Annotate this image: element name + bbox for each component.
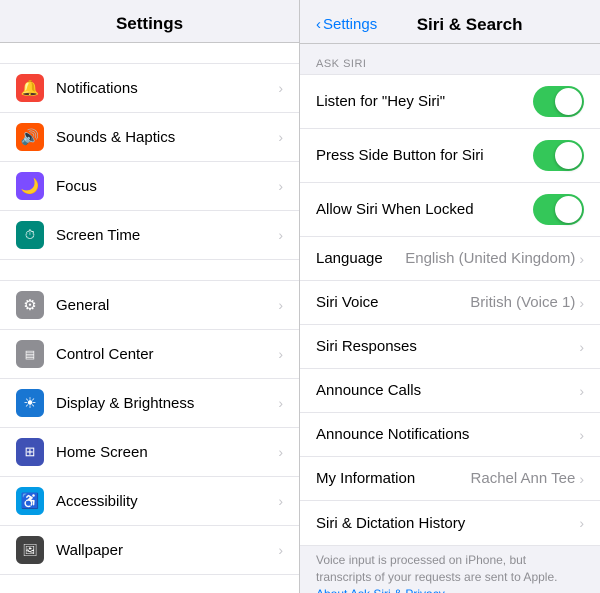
my-information-label: My Information <box>316 470 471 487</box>
listen-hey-siri-item[interactable]: Listen for "Hey Siri" <box>300 75 600 129</box>
announce-calls-item[interactable]: Announce Calls › <box>300 369 600 413</box>
siri-responses-item[interactable]: Siri Responses › <box>300 325 600 369</box>
toggle-thumb <box>555 88 582 115</box>
sidebar-item-display[interactable]: ☀ Display & Brightness › <box>0 379 299 428</box>
back-button[interactable]: ‹ Settings <box>316 16 377 33</box>
about-siri-link[interactable]: About Ask Siri & Privacy... <box>316 587 454 593</box>
toggle-thumb-2 <box>555 142 582 169</box>
back-chevron-icon: ‹ <box>316 16 321 33</box>
press-side-item[interactable]: Press Side Button for Siri <box>300 129 600 183</box>
sounds-icon: 🔊 <box>16 123 44 151</box>
siri-dictation-chevron: › <box>579 515 584 531</box>
settings-title: Settings <box>0 0 299 43</box>
screen-time-icon: ⏱ <box>16 221 44 249</box>
control-center-label: Control Center <box>56 346 278 363</box>
siri-voice-value: British (Voice 1) <box>470 294 575 311</box>
display-icon: ☀ <box>16 389 44 417</box>
ask-siri-label: ASK SIRI <box>300 44 600 74</box>
section-2-list: ⚙ General › ▤ Control Center › ☀ Display… <box>0 280 299 575</box>
sidebar-item-accessibility[interactable]: ♿ Accessibility › <box>0 477 299 526</box>
siri-voice-label: Siri Voice <box>316 294 470 311</box>
sidebar-item-control-center[interactable]: ▤ Control Center › <box>0 330 299 379</box>
settings-section-1: 🔔 Notifications › 🔊 Sounds & Haptics › 🌙… <box>0 63 299 260</box>
left-panel: Settings 🔔 Notifications › 🔊 Sounds & Ha… <box>0 0 300 593</box>
screen-time-label: Screen Time <box>56 227 278 244</box>
language-chevron: › <box>579 251 584 267</box>
screen-time-chevron: › <box>278 227 283 243</box>
accessibility-label: Accessibility <box>56 493 278 510</box>
siri-responses-label: Siri Responses <box>316 338 579 355</box>
my-information-chevron: › <box>579 471 584 487</box>
sidebar-item-notifications[interactable]: 🔔 Notifications › <box>0 64 299 113</box>
siri-dictation-label: Siri & Dictation History <box>316 515 579 532</box>
right-header: ‹ Settings Siri & Search <box>300 0 600 44</box>
allow-locked-toggle[interactable] <box>533 194 584 225</box>
display-label: Display & Brightness <box>56 395 278 412</box>
general-label: General <box>56 297 278 314</box>
section-1-list: 🔔 Notifications › 🔊 Sounds & Haptics › 🌙… <box>0 63 299 260</box>
sidebar-item-general[interactable]: ⚙ General › <box>0 281 299 330</box>
settings-list: 🔔 Notifications › 🔊 Sounds & Haptics › 🌙… <box>0 43 299 593</box>
language-item[interactable]: Language English (United Kingdom) › <box>300 237 600 281</box>
press-side-label: Press Side Button for Siri <box>316 147 533 164</box>
general-icon: ⚙ <box>16 291 44 319</box>
my-information-value: Rachel Ann Tee <box>471 470 576 487</box>
announce-notifications-label: Announce Notifications <box>316 426 579 443</box>
language-value: English (United Kingdom) <box>405 250 575 267</box>
announce-notifications-chevron: › <box>579 427 584 443</box>
right-content: ASK SIRI Listen for "Hey Siri" Press Sid… <box>300 44 600 593</box>
language-label: Language <box>316 250 405 267</box>
siri-responses-chevron: › <box>579 339 584 355</box>
notifications-icon: 🔔 <box>16 74 44 102</box>
home-screen-icon: ⊞ <box>16 438 44 466</box>
announce-calls-label: Announce Calls <box>316 382 579 399</box>
listen-hey-siri-label: Listen for "Hey Siri" <box>316 93 533 110</box>
listen-hey-siri-toggle[interactable] <box>533 86 584 117</box>
focus-label: Focus <box>56 178 278 195</box>
focus-icon: 🌙 <box>16 172 44 200</box>
siri-dictation-item[interactable]: Siri & Dictation History › <box>300 501 600 545</box>
notifications-label: Notifications <box>56 80 278 97</box>
announce-calls-chevron: › <box>579 383 584 399</box>
focus-chevron: › <box>278 178 283 194</box>
sidebar-item-sounds[interactable]: 🔊 Sounds & Haptics › <box>0 113 299 162</box>
notifications-chevron: › <box>278 80 283 96</box>
siri-voice-chevron: › <box>579 295 584 311</box>
allow-locked-item[interactable]: Allow Siri When Locked <box>300 183 600 237</box>
press-side-toggle[interactable] <box>533 140 584 171</box>
sidebar-item-home-screen[interactable]: ⊞ Home Screen › <box>0 428 299 477</box>
allow-locked-label: Allow Siri When Locked <box>316 201 533 218</box>
settings-section-2: ⚙ General › ▤ Control Center › ☀ Display… <box>0 280 299 575</box>
control-center-icon: ▤ <box>16 340 44 368</box>
siri-voice-item[interactable]: Siri Voice British (Voice 1) › <box>300 281 600 325</box>
announce-notifications-item[interactable]: Announce Notifications › <box>300 413 600 457</box>
ask-siri-list: Listen for "Hey Siri" Press Side Button … <box>300 74 600 546</box>
toggle-thumb-3 <box>555 196 582 223</box>
accessibility-icon: ♿ <box>16 487 44 515</box>
sidebar-item-screen-time[interactable]: ⏱ Screen Time › <box>0 211 299 259</box>
wallpaper-label: Wallpaper <box>56 542 278 559</box>
my-information-item[interactable]: My Information Rachel Ann Tee › <box>300 457 600 501</box>
sidebar-item-wallpaper[interactable]: 🖼 Wallpaper › <box>0 526 299 574</box>
sounds-label: Sounds & Haptics <box>56 129 278 146</box>
right-panel: ‹ Settings Siri & Search ASK SIRI Listen… <box>300 0 600 593</box>
wallpaper-icon: 🖼 <box>16 536 44 564</box>
page-title: Siri & Search <box>385 15 554 35</box>
home-screen-label: Home Screen <box>56 444 278 461</box>
sidebar-item-focus[interactable]: 🌙 Focus › <box>0 162 299 211</box>
back-label: Settings <box>323 16 377 33</box>
sounds-chevron: › <box>278 129 283 145</box>
siri-info-text: Voice input is processed on iPhone, but … <box>300 546 600 593</box>
